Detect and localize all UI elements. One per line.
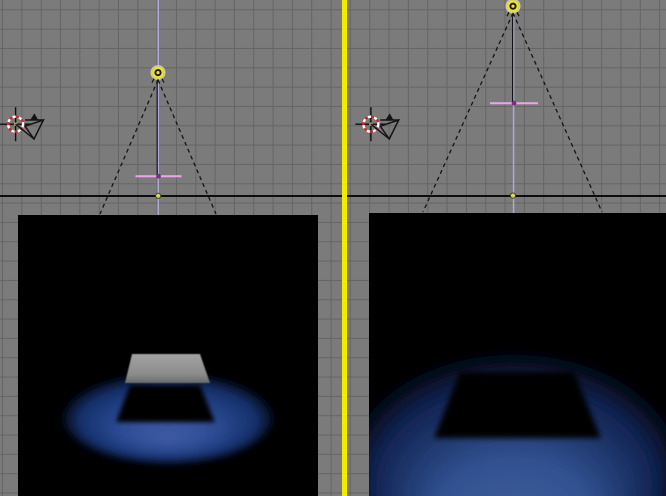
- plane-shadow: [434, 372, 601, 438]
- render-preview-left: [18, 215, 318, 496]
- viewport-wires-left: [0, 0, 216, 215]
- spot-cone-line: [423, 13, 513, 212]
- viewport-wires-right: [355, 0, 602, 213]
- spot-cone-line: [100, 80, 158, 214]
- spot-cone-line: [158, 80, 216, 214]
- area-divider[interactable]: [342, 0, 347, 496]
- spot-lamp-icon[interactable]: [506, 0, 520, 16]
- spot-lamp-icon[interactable]: [151, 66, 165, 83]
- spot-cone-line: [513, 13, 602, 212]
- clip-tick-dot: [156, 174, 161, 179]
- clip-tick-dot: [512, 101, 517, 106]
- app-window: [0, 0, 666, 496]
- object-center-dot: [510, 193, 515, 198]
- object-center-dot: [156, 193, 161, 198]
- plane-object: [125, 354, 210, 383]
- plane-shadow: [116, 385, 215, 422]
- render-preview-right: [369, 213, 666, 496]
